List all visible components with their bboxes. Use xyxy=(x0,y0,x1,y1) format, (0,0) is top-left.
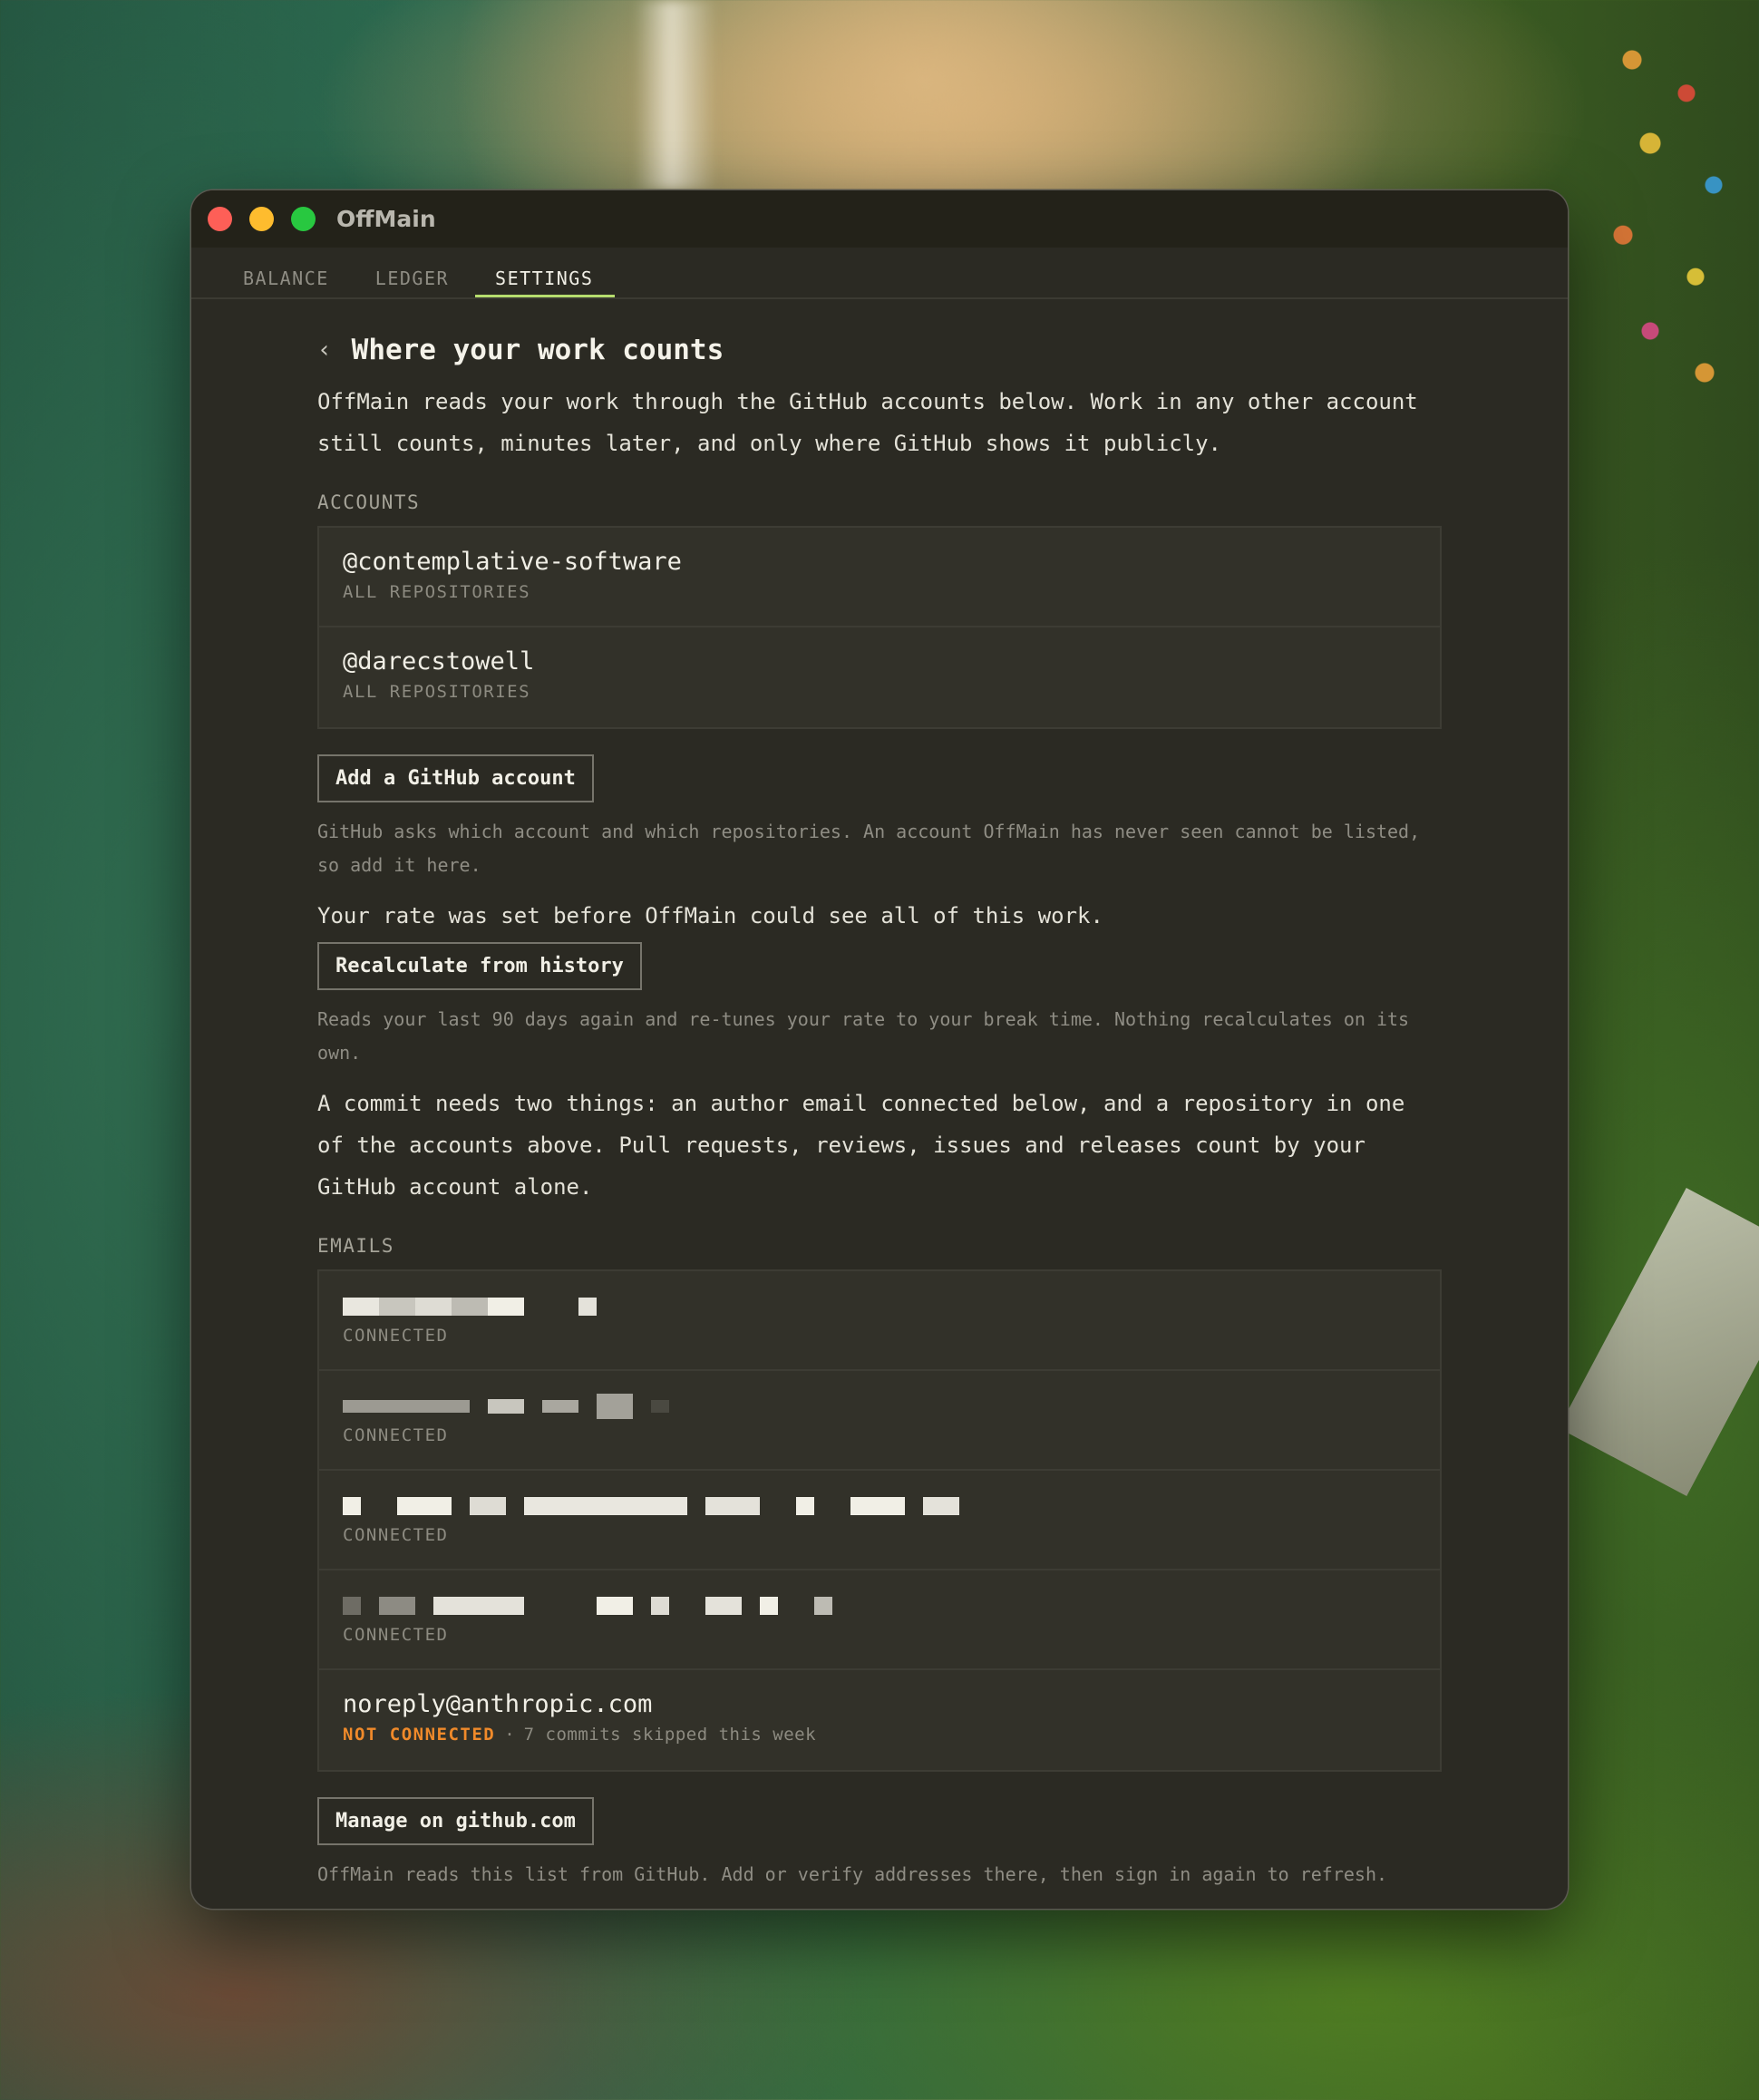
account-scope: ALL REPOSITORIES xyxy=(343,682,531,702)
redacted-email xyxy=(343,1391,1416,1422)
accounts-help: GitHub asks which account and which repo… xyxy=(317,821,1421,876)
tab-ledger[interactable]: LEDGER xyxy=(375,267,449,297)
page-heading: ‹ Where your work counts xyxy=(317,326,1442,374)
zoom-window-button[interactable] xyxy=(291,207,316,231)
accounts-label: ACCOUNTS xyxy=(317,491,421,513)
redacted-email xyxy=(343,1291,1416,1322)
email-address: noreply@anthropic.com xyxy=(343,1690,653,1718)
page-lead: OffMain reads your work through the GitH… xyxy=(317,389,1418,456)
account-scope: ALL REPOSITORIES xyxy=(343,582,531,602)
tab-balance[interactable]: BALANCE xyxy=(243,267,329,297)
email-row: CONNECTED xyxy=(319,1471,1440,1570)
close-window-button[interactable] xyxy=(208,207,232,231)
email-row: CONNECTED xyxy=(319,1570,1440,1670)
status-separator: · xyxy=(504,1725,515,1745)
back-chevron-icon[interactable]: ‹ xyxy=(317,336,332,364)
tab-settings[interactable]: SETTINGS xyxy=(475,267,616,297)
background-house xyxy=(1558,1188,1759,1496)
tab-bar: BALANCE LEDGER SETTINGS xyxy=(191,248,1568,299)
rate-text: Your rate was set before OffMain could s… xyxy=(317,903,1103,928)
minimize-window-button[interactable] xyxy=(249,207,274,231)
email-status: CONNECTED xyxy=(343,1525,449,1545)
background-boats xyxy=(1578,18,1759,435)
email-status-line: NOT CONNECTED · 7 commits skipped this wee… xyxy=(343,1725,1416,1745)
emails-label: EMAILS xyxy=(317,1235,394,1257)
emails-list: CONNECTED CONNECTED CONNECTED CONNECTED xyxy=(317,1269,1442,1772)
email-status: CONNECTED xyxy=(343,1425,449,1445)
email-status: CONNECTED xyxy=(343,1625,449,1645)
email-row: CONNECTED xyxy=(319,1371,1440,1471)
page-title: Where your work counts xyxy=(351,334,724,366)
background-surf xyxy=(635,0,716,190)
title-bar: OffMain xyxy=(191,190,1568,248)
window-title: OffMain xyxy=(336,206,436,232)
redacted-email xyxy=(343,1491,1416,1522)
account-row: @darecstowell ALL REPOSITORIES xyxy=(319,627,1440,727)
account-name: @darecstowell xyxy=(343,647,535,676)
account-name: @contemplative-software xyxy=(343,548,682,576)
email-row: noreply@anthropic.com NOT CONNECTED · 7 co… xyxy=(319,1670,1440,1770)
email-row: CONNECTED xyxy=(319,1271,1440,1371)
account-row: @contemplative-software ALL REPOSITORIES xyxy=(319,528,1440,627)
recalculate-button[interactable]: Recalculate from history xyxy=(317,942,642,990)
settings-content: ‹ Where your work counts OffMain reads y… xyxy=(317,326,1442,1891)
redacted-email xyxy=(343,1590,1416,1621)
emails-help: OffMain reads this list from GitHub. Add… xyxy=(317,1863,1388,1885)
manage-on-github-button[interactable]: Manage on github.com xyxy=(317,1797,594,1845)
email-status: CONNECTED xyxy=(343,1326,449,1346)
add-github-account-button[interactable]: Add a GitHub account xyxy=(317,754,594,802)
commit-note: A commit needs two things: an author ema… xyxy=(317,1091,1405,1200)
accounts-list: @contemplative-software ALL REPOSITORIES… xyxy=(317,526,1442,729)
not-connected-badge: NOT CONNECTED xyxy=(343,1725,496,1745)
skipped-commits-note: 7 commits skipped this week xyxy=(523,1725,817,1745)
app-window: OffMain BALANCE LEDGER SETTINGS ‹ Where … xyxy=(191,190,1568,1909)
rate-help: Reads your last 90 days again and re-tun… xyxy=(317,1008,1410,1064)
